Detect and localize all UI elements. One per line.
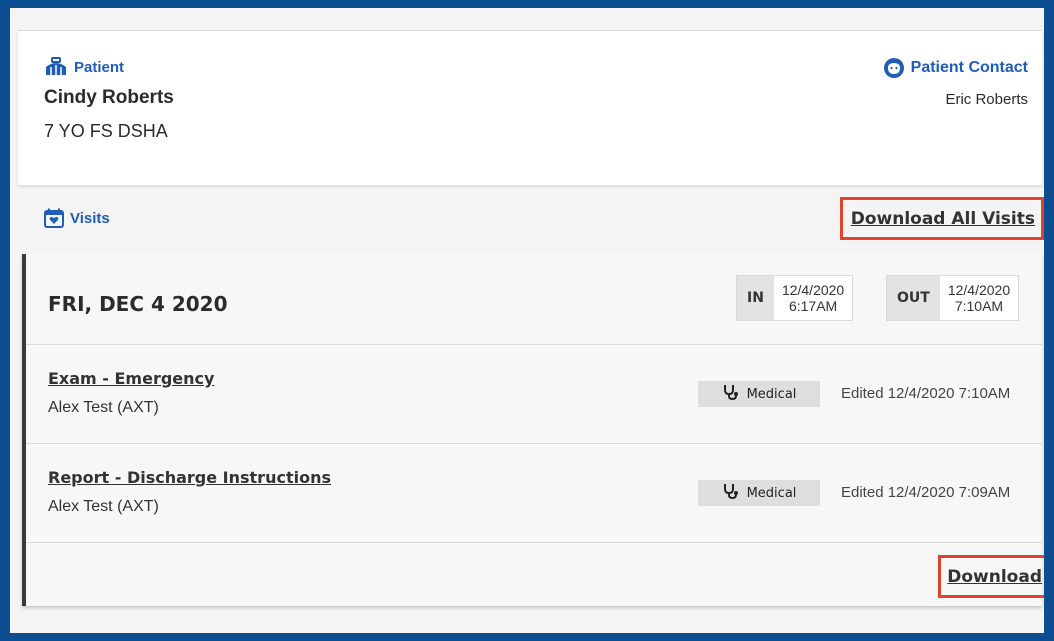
edited-timestamp: Edited 12/4/2020 7:09AM — [841, 484, 1011, 501]
entry-author: Alex Test (AXT) — [48, 399, 159, 416]
stethoscope-icon — [722, 383, 740, 405]
patient-label: Patient — [74, 58, 125, 76]
check-out-value: 12/4/2020 7:10AM — [940, 282, 1018, 314]
check-in-date: 12/4/2020 — [781, 282, 845, 298]
visit-entry: Report - Discharge Instructions Alex Tes… — [26, 443, 1042, 542]
calendar-heart-icon — [44, 208, 64, 228]
visit-card-footer: Download — [26, 542, 1044, 606]
visits-label-row: Visits — [44, 208, 110, 228]
medical-badge: Medical — [698, 480, 820, 506]
check-in-tag: IN — [737, 276, 774, 320]
app-frame: Patient Cindy Roberts 7 YO FS DSHA Patie… — [0, 0, 1054, 641]
entry-title-link[interactable]: Report - Discharge Instructions — [48, 468, 331, 487]
visit-card: FRI, DEC 4 2020 IN 12/4/2020 6:17AM OUT … — [22, 254, 1044, 606]
contact-name: Eric Roberts — [945, 91, 1028, 108]
check-in-time: IN 12/4/2020 6:17AM — [736, 275, 854, 321]
patient-card: Patient Cindy Roberts 7 YO FS DSHA Patie… — [18, 30, 1042, 185]
badge-label: Medical — [746, 485, 797, 501]
medical-badge: Medical — [698, 381, 820, 407]
entry-title-link[interactable]: Exam - Emergency — [48, 369, 214, 388]
pet-carrier-icon — [44, 57, 68, 77]
patient-contact-label: Patient Contact — [910, 59, 1028, 76]
stethoscope-icon — [722, 482, 740, 504]
patient-name: Cindy Roberts — [44, 87, 174, 108]
visits-label: Visits — [70, 209, 110, 227]
check-in-value: 12/4/2020 6:17AM — [774, 282, 852, 314]
visits-header: Visits Download All Visits — [18, 184, 1044, 254]
download-all-visits-button[interactable]: Download All Visits — [839, 197, 1044, 240]
patient-label-row: Patient — [44, 57, 174, 77]
patient-info: Patient Cindy Roberts 7 YO FS DSHA — [44, 57, 174, 142]
visit-entry: Exam - Emergency Alex Test (AXT) Medical… — [26, 344, 1042, 443]
check-out-clock: 7:10AM — [954, 298, 1004, 314]
patient-description: 7 YO FS DSHA — [44, 121, 168, 141]
entry-author: Alex Test (AXT) — [48, 498, 159, 515]
visit-date: FRI, DEC 4 2020 — [48, 292, 228, 316]
check-out-date: 12/4/2020 — [947, 282, 1011, 298]
check-in-clock: 6:17AM — [788, 298, 838, 314]
check-out-tag: OUT — [887, 276, 940, 320]
edited-timestamp: Edited 12/4/2020 7:10AM — [841, 385, 1011, 402]
face-icon — [883, 57, 905, 79]
badge-label: Medical — [746, 386, 797, 402]
contact-label-row: Patient Contact — [883, 57, 1028, 79]
check-out-time: OUT 12/4/2020 7:10AM — [886, 275, 1020, 321]
patient-contact-info: Patient Contact Eric Roberts — [883, 57, 1028, 108]
download-button[interactable]: Download — [938, 555, 1044, 598]
